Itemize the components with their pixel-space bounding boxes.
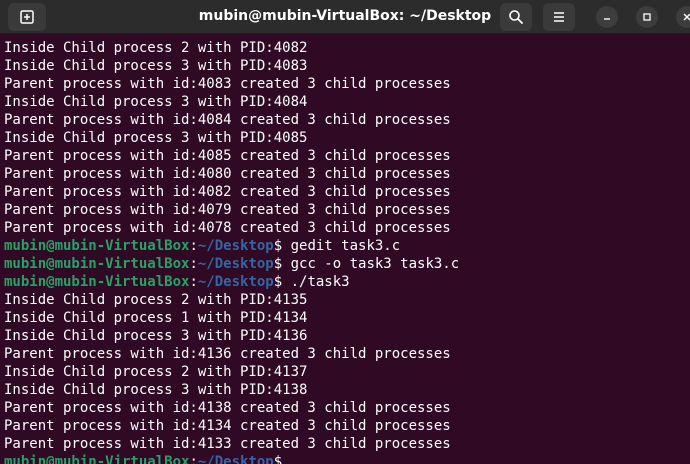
output-line: Inside Child process 3 with PID:4083 — [4, 58, 308, 74]
output-line: Parent process with id:4134 created 3 ch… — [4, 418, 451, 434]
output-line: Inside Child process 3 with PID:4136 — [4, 328, 308, 344]
output-line: Parent process with id:4136 created 3 ch… — [4, 346, 451, 362]
maximize-button[interactable] — [636, 6, 658, 28]
prompt-separator: : — [189, 256, 198, 272]
title-bar[interactable]: mubin@mubin-VirtualBox: ~/Desktop — [0, 0, 690, 34]
output-line: Parent process with id:4083 created 3 ch… — [4, 76, 451, 92]
minimize-icon — [602, 12, 612, 22]
prompt-path: ~/Desktop — [197, 238, 274, 254]
output-line: Inside Child process 1 with PID:4134 — [4, 310, 308, 326]
close-icon — [682, 12, 690, 22]
output-line: Parent process with id:4133 created 3 ch… — [4, 436, 451, 452]
output-line: Parent process with id:4079 created 3 ch… — [4, 202, 451, 218]
output-line: Inside Child process 3 with PID:4084 — [4, 94, 308, 110]
window-title: mubin@mubin-VirtualBox: ~/Desktop — [198, 8, 492, 24]
prompt-command: gedit task3.c — [290, 238, 401, 254]
new-tab-button[interactable] — [8, 3, 46, 31]
prompt-user: mubin@mubin-VirtualBox — [4, 256, 190, 272]
prompt-symbol: $ — [273, 274, 291, 290]
output-line: Inside Child process 3 with PID:4138 — [4, 382, 308, 398]
prompt-command: gcc -o task3 task3.c — [290, 256, 460, 272]
prompt-line: mubin@mubin-VirtualBox:~/Desktop$ gcc -o… — [4, 255, 690, 273]
output-line: Inside Child process 2 with PID:4137 — [4, 364, 308, 380]
hamburger-menu-icon — [552, 10, 566, 24]
search-icon — [508, 9, 524, 25]
close-button[interactable] — [676, 6, 690, 28]
prompt-line: mubin@mubin-VirtualBox:~/Desktop$ — [4, 453, 690, 464]
prompt-separator: : — [189, 454, 198, 464]
prompt-user: mubin@mubin-VirtualBox — [4, 238, 190, 254]
prompt-path: ~/Desktop — [197, 256, 274, 272]
terminal-output[interactable]: Inside Child process 2 with PID:4082 Insi… — [0, 34, 690, 464]
prompt-user: mubin@mubin-VirtualBox — [4, 454, 190, 464]
minimize-button[interactable] — [596, 6, 618, 28]
output-line: Parent process with id:4085 created 3 ch… — [4, 148, 451, 164]
output-line: Inside Child process 3 with PID:4085 — [4, 130, 308, 146]
menu-button[interactable] — [543, 3, 575, 31]
output-line: Parent process with id:4084 created 3 ch… — [4, 112, 451, 128]
search-button[interactable] — [500, 3, 532, 31]
maximize-icon — [642, 12, 652, 22]
prompt-separator: : — [189, 238, 198, 254]
prompt-line: mubin@mubin-VirtualBox:~/Desktop$ ./task… — [4, 273, 690, 291]
output-line: Parent process with id:4138 created 3 ch… — [4, 400, 451, 416]
prompt-line: mubin@mubin-VirtualBox:~/Desktop$ gedit … — [4, 237, 690, 255]
prompt-symbol: $ — [273, 238, 291, 254]
output-line: Parent process with id:4078 created 3 ch… — [4, 220, 451, 236]
output-line: Inside Child process 2 with PID:4082 — [4, 40, 308, 56]
prompt-path: ~/Desktop — [197, 454, 274, 464]
output-line: Parent process with id:4082 created 3 ch… — [4, 184, 451, 200]
prompt-command: ./task3 — [290, 274, 350, 290]
prompt-path: ~/Desktop — [197, 274, 274, 290]
new-tab-icon — [19, 9, 35, 25]
terminal-window: mubin@mubin-VirtualBox: ~/Desktop Inside… — [0, 0, 690, 464]
prompt-user: mubin@mubin-VirtualBox — [4, 274, 190, 290]
output-line: Inside Child process 2 with PID:4135 — [4, 292, 308, 308]
output-line: Parent process with id:4080 created 3 ch… — [4, 166, 451, 182]
prompt-symbol: $ — [273, 454, 291, 464]
prompt-symbol: $ — [273, 256, 291, 272]
prompt-separator: : — [189, 274, 198, 290]
